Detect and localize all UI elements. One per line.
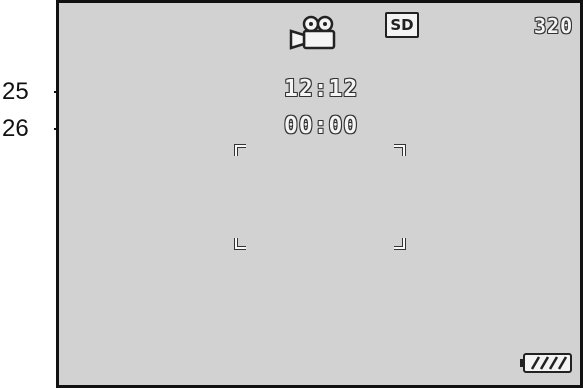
recording-time-display: 00:00 xyxy=(284,113,359,139)
battery-icon xyxy=(520,353,572,373)
movie-camera-icon xyxy=(289,15,336,50)
clock-display: 12:12 xyxy=(284,76,359,102)
sd-card-badge: SD xyxy=(385,12,419,38)
callout-number-25: 25 xyxy=(2,78,29,105)
focus-frame xyxy=(234,144,406,250)
resolution-indicator: 320 xyxy=(534,14,574,38)
callout-number-26: 26 xyxy=(2,115,29,142)
